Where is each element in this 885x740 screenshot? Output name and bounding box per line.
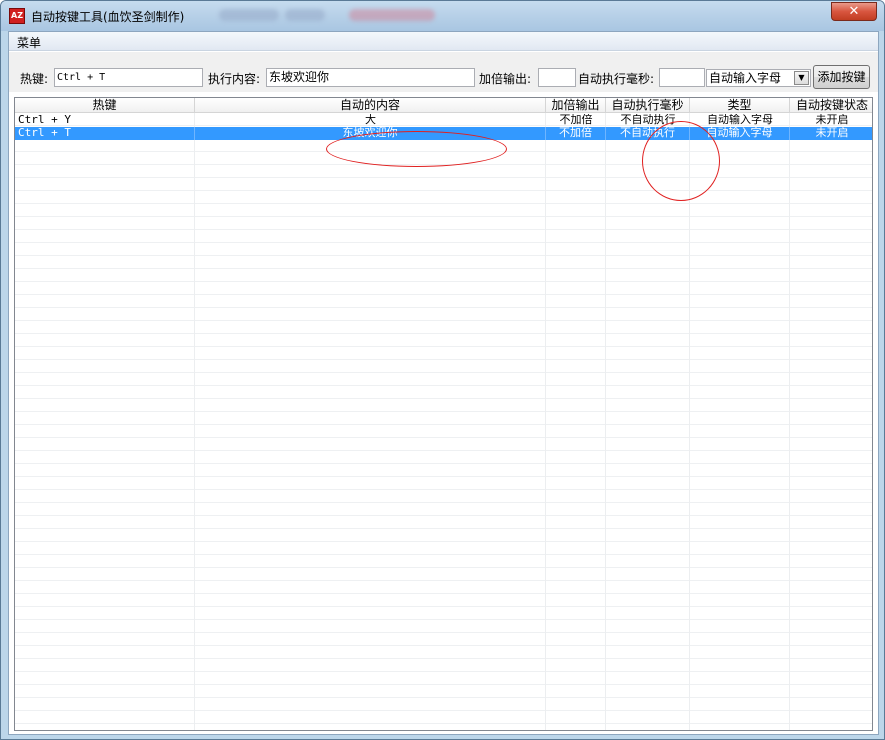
menu-item-menu[interactable]: 菜单	[15, 34, 43, 51]
window-title: 自动按键工具(血饮圣剑制作)	[31, 10, 185, 24]
close-button[interactable]: ✕	[831, 2, 877, 21]
annotation-ellipse-content	[326, 131, 507, 167]
interval-input[interactable]	[659, 68, 705, 87]
cell-type: 自动输入字母	[707, 114, 773, 126]
cell-content: 大	[365, 114, 376, 126]
cell-multiplier: 不加倍	[546, 127, 606, 140]
cell-hotkey: Ctrl + Y	[18, 114, 71, 126]
grid-lines	[15, 113, 872, 730]
column-divider	[789, 113, 790, 730]
table-header: 热键 自动的内容 加倍输出 自动执行毫秒 类型 自动按键状态	[15, 98, 872, 113]
blurred-background-text	[219, 9, 279, 21]
type-select[interactable]: 自动输入字母 ▼	[706, 69, 811, 87]
chevron-down-icon[interactable]: ▼	[794, 71, 809, 85]
column-header-interval[interactable]: 自动执行毫秒	[606, 98, 690, 113]
column-header-content[interactable]: 自动的内容	[195, 98, 546, 113]
multiplier-input[interactable]	[538, 68, 576, 87]
input-toolbar: 热键: Ctrl + T 执行内容: 东坡欢迎你 加倍输出: 自动执行毫秒: 自…	[9, 52, 878, 92]
title-bar[interactable]: AZ 自动按键工具(血饮圣剑制作) ✕	[1, 1, 884, 31]
app-icon: AZ	[9, 8, 25, 24]
content-input[interactable]: 东坡欢迎你	[266, 68, 475, 87]
column-header-status[interactable]: 自动按键状态	[790, 98, 872, 113]
cell-status: 未开启	[815, 127, 849, 139]
blurred-background-text	[285, 9, 325, 21]
column-header-multiplier[interactable]: 加倍输出	[546, 98, 606, 113]
column-header-hotkey[interactable]: 热键	[15, 98, 195, 113]
column-divider	[605, 113, 606, 730]
table-row[interactable]: Ctrl + Y 大 不加倍 不自动执行 自动输入字母 未开启	[15, 114, 872, 127]
multiplier-label: 加倍输出:	[479, 72, 532, 86]
column-divider	[689, 113, 690, 730]
type-select-value: 自动输入字母	[709, 71, 782, 85]
column-header-type[interactable]: 类型	[690, 98, 790, 113]
app-window: AZ 自动按键工具(血饮圣剑制作) ✕ 菜单 热键: Ctrl + T 执行内容…	[0, 0, 885, 740]
annotation-circle-interval	[642, 121, 720, 201]
blurred-background-text	[349, 9, 435, 21]
hotkey-input[interactable]: Ctrl + T	[54, 68, 203, 87]
content-label: 执行内容:	[208, 72, 261, 86]
column-divider	[545, 113, 546, 730]
close-icon: ✕	[848, 4, 860, 19]
hotkey-label: 热键:	[20, 72, 49, 86]
interval-label: 自动执行毫秒:	[578, 72, 655, 86]
menu-bar: 菜单	[9, 32, 878, 51]
cell-status: 未开启	[815, 114, 849, 126]
add-hotkey-button[interactable]: 添加按键	[813, 65, 870, 89]
cell-hotkey: Ctrl + T	[15, 127, 195, 140]
hotkey-table[interactable]: 热键 自动的内容 加倍输出 自动执行毫秒 类型 自动按键状态 Ctrl + Y …	[14, 97, 873, 731]
cell-multiplier: 不加倍	[559, 114, 593, 126]
column-divider	[194, 113, 195, 730]
